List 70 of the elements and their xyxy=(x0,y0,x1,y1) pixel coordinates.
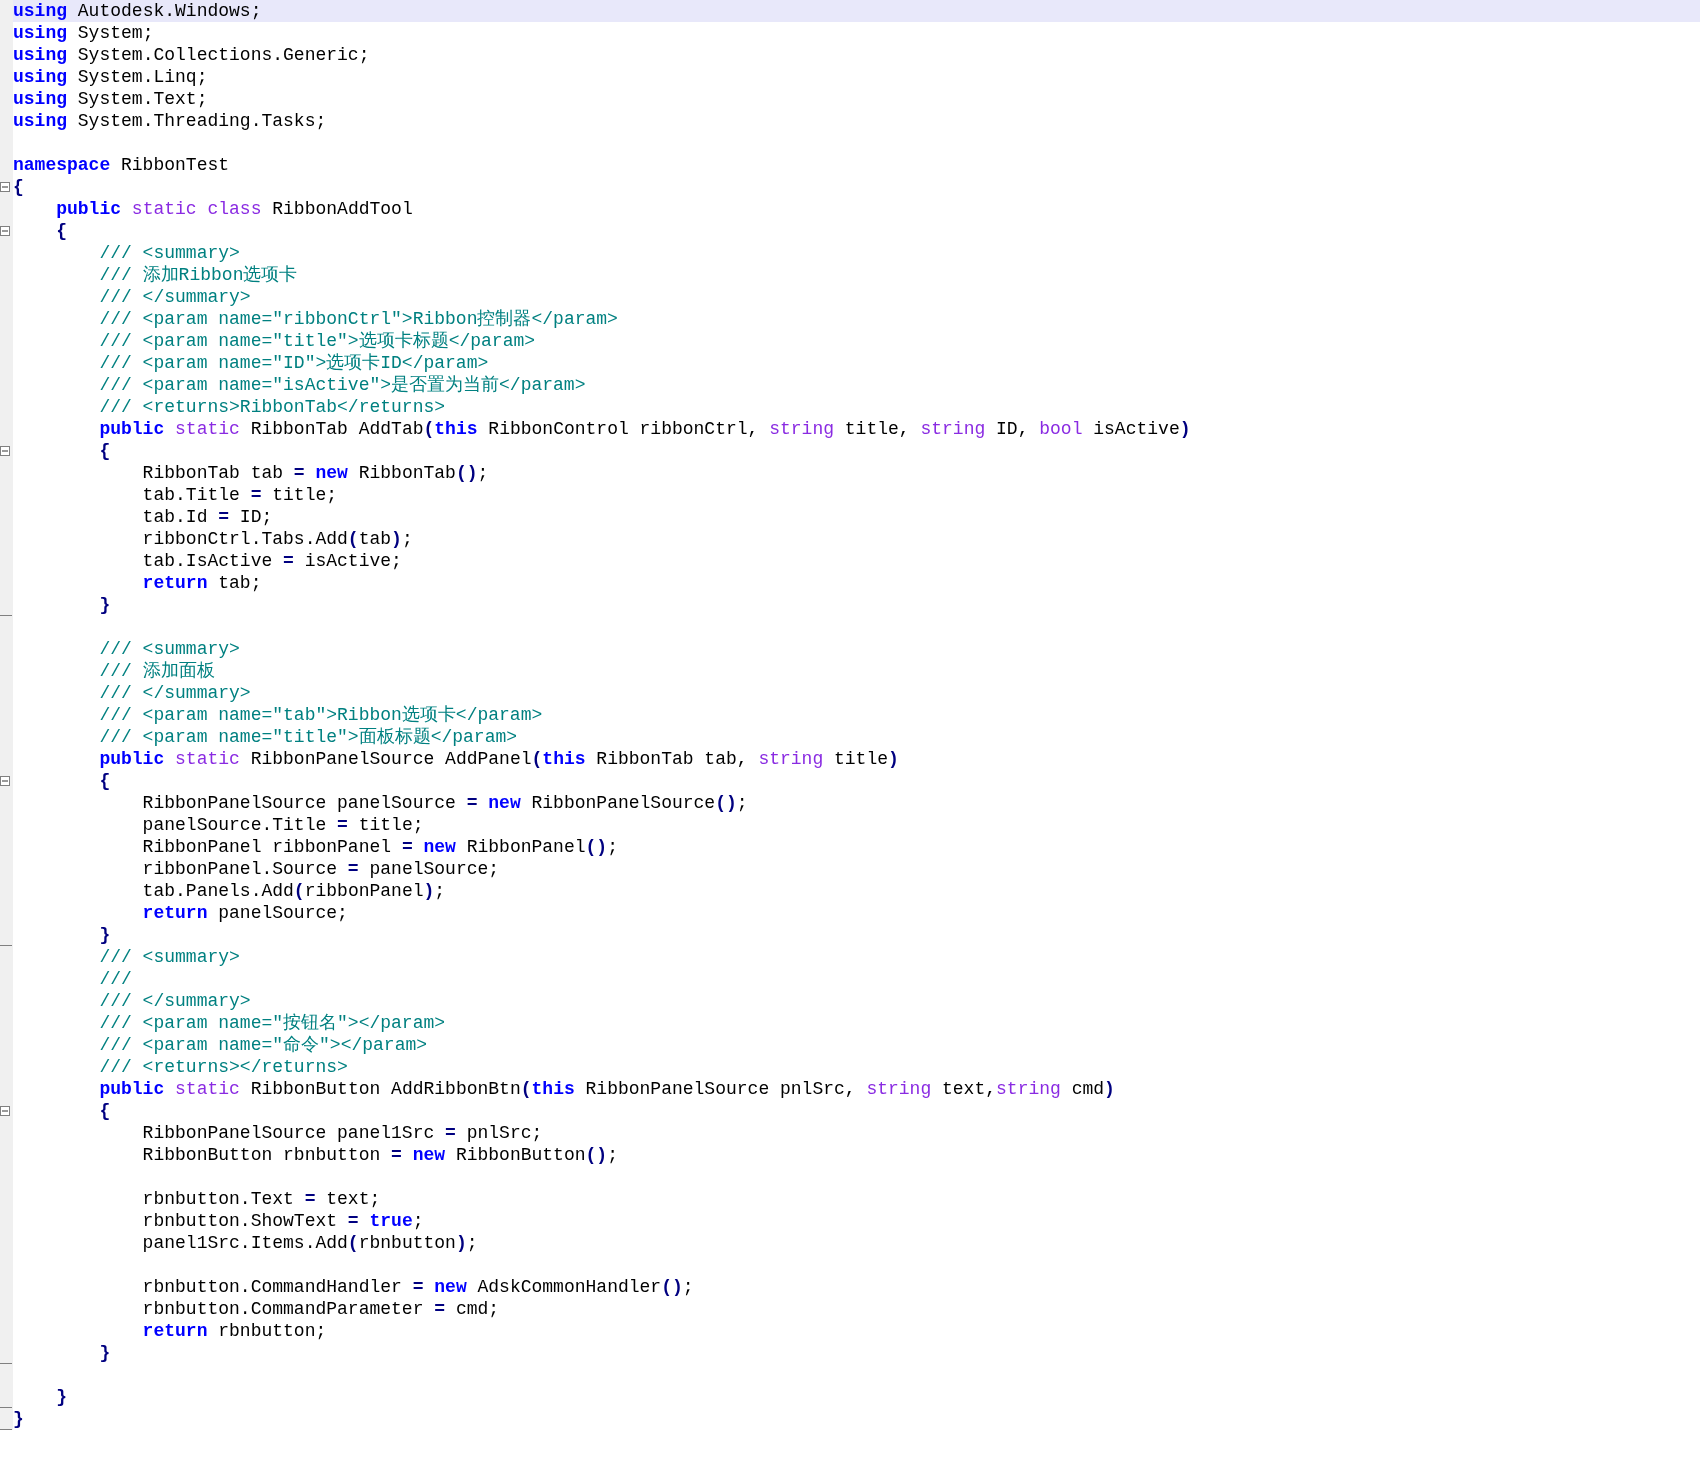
collapse-icon[interactable] xyxy=(0,446,10,456)
code-line: /// <param name="ID">选项卡ID</param> xyxy=(98,352,489,374)
code-line: public static class RibbonAddTool xyxy=(55,198,413,220)
code-line: } xyxy=(98,594,111,616)
code-line: /// </summary> xyxy=(98,682,251,704)
code-line: panel1Src.Items.Add(rbnbutton); xyxy=(141,1232,478,1254)
fold-end-line xyxy=(0,945,12,946)
code-line: ribbonCtrl.Tabs.Add(tab); xyxy=(141,528,413,550)
code-line: /// <returns>RibbonTab</returns> xyxy=(98,396,446,418)
code-line: RibbonButton rbnbutton = new RibbonButton(); xyxy=(141,1144,618,1166)
code-line: public static RibbonTab AddTab(this RibbonControl ribbonCtrl, string title, string ID, bool isActive) xyxy=(98,418,1191,440)
code-line: { xyxy=(13,176,24,198)
code-line: /// <param name="title">面板标题</param> xyxy=(98,726,518,748)
code-line: } xyxy=(98,924,111,946)
fold-end-line xyxy=(0,1407,12,1408)
code-line: /// <summary> xyxy=(98,242,240,264)
code-line: /// <summary> xyxy=(98,946,240,968)
fold-end-line xyxy=(0,1429,12,1430)
fold-end-line xyxy=(0,615,12,616)
code-line: return tab; xyxy=(141,572,262,594)
code-line: panelSource.Title = title; xyxy=(141,814,424,836)
collapse-icon[interactable] xyxy=(0,776,10,786)
collapse-icon[interactable] xyxy=(0,182,10,192)
code-line: return panelSource; xyxy=(141,902,348,924)
code-line: tab.Id = ID; xyxy=(141,506,273,528)
code-line: /// <param name="按钮名"></param> xyxy=(98,1012,446,1034)
code-line: tab.Panels.Add(ribbonPanel); xyxy=(141,880,446,902)
code-line: { xyxy=(55,220,67,242)
code-line: /// <param name="isActive">是否置为当前</param> xyxy=(98,374,586,396)
collapse-icon[interactable] xyxy=(0,226,10,236)
code-line: ribbonPanel.Source = panelSource; xyxy=(141,858,500,880)
code-line: /// xyxy=(98,968,132,990)
code-line: } xyxy=(55,1386,67,1408)
code-line: rbnbutton.CommandParameter = cmd; xyxy=(141,1298,500,1320)
code-line: return rbnbutton; xyxy=(141,1320,327,1342)
code-line: using System.Linq; xyxy=(13,66,208,88)
code-line: using System; xyxy=(13,22,154,44)
code-line: /// <summary> xyxy=(98,638,240,660)
collapse-icon[interactable] xyxy=(0,1106,10,1116)
code-line: rbnbutton.ShowText = true; xyxy=(141,1210,424,1232)
code-line: /// <param name="命令"></param> xyxy=(98,1034,428,1056)
code-line: RibbonTab tab = new RibbonTab(); xyxy=(141,462,489,484)
code-line: public static RibbonPanelSource AddPanel(this RibbonTab tab, string title) xyxy=(98,748,899,770)
code-line: /// <returns></returns> xyxy=(98,1056,348,1078)
code-line: /// <param name="ribbonCtrl">Ribbon控制器</param> xyxy=(98,308,618,330)
code-line: } xyxy=(98,1342,111,1364)
code-line: { xyxy=(98,440,111,462)
code-line: /// 添加面板 xyxy=(98,660,215,682)
code-line: /// <param name="tab">Ribbon选项卡</param> xyxy=(98,704,543,726)
code-line: { xyxy=(98,1100,111,1122)
code-line: /// </summary> xyxy=(98,990,251,1012)
code-line: RibbonPanelSource panel1Src = pnlSrc; xyxy=(141,1122,543,1144)
code-line: /// </summary> xyxy=(98,286,251,308)
code-line: using Autodesk.Windows; xyxy=(13,0,262,22)
fold-end-line xyxy=(0,1363,12,1364)
code-line: rbnbutton.Text = text; xyxy=(141,1188,381,1210)
code-line: tab.Title = title; xyxy=(141,484,338,506)
code-line: namespace RibbonTest xyxy=(13,154,230,176)
code-line: using System.Text; xyxy=(13,88,208,110)
code-line: public static RibbonButton AddRibbonBtn(this RibbonPanelSource pnlSrc, string text,string cmd) xyxy=(98,1078,1115,1100)
code-line: RibbonPanel ribbonPanel = new RibbonPanel(); xyxy=(141,836,618,858)
code-line: /// 添加Ribbon选项卡 xyxy=(98,264,298,286)
code-line: using System.Collections.Generic; xyxy=(13,44,370,66)
code-line: rbnbutton.CommandHandler = new AdskCommonHandler(); xyxy=(141,1276,694,1298)
code-line: tab.IsActive = isActive; xyxy=(141,550,402,572)
code-line: using System.Threading.Tasks; xyxy=(13,110,327,132)
code-line: } xyxy=(13,1408,24,1430)
code-line: /// <param name="title">选项卡标题</param> xyxy=(98,330,536,352)
code-line: { xyxy=(98,770,111,792)
code-line: RibbonPanelSource panelSource = new RibbonPanelSource(); xyxy=(141,792,748,814)
